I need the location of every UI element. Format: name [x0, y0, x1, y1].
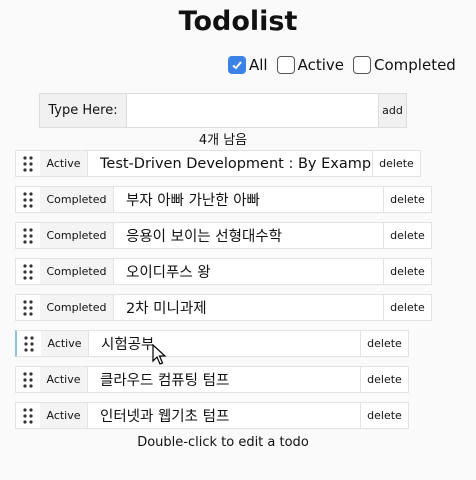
- todo-item[interactable]: Completed 오이디푸스 왕 delete: [15, 258, 432, 285]
- input-label: Type Here:: [40, 94, 127, 127]
- mouse-cursor-icon: [152, 344, 167, 365]
- filter-completed-label: Completed: [374, 56, 456, 74]
- edit-hint: Double-click to edit a todo: [137, 435, 309, 450]
- checkbox-completed[interactable]: [353, 56, 372, 74]
- drag-handle-icon[interactable]: [17, 335, 41, 352]
- add-button[interactable]: add: [378, 94, 406, 127]
- filter-all-label: All: [249, 56, 268, 74]
- status-toggle[interactable]: Active: [41, 331, 89, 356]
- todo-item[interactable]: Completed 응용이 보이는 선형대수학 delete: [15, 222, 432, 249]
- drag-handle-icon[interactable]: [16, 407, 40, 424]
- status-toggle[interactable]: Active: [40, 367, 88, 392]
- drag-handle-icon[interactable]: [16, 191, 40, 208]
- filter-active[interactable]: Active: [276, 56, 345, 74]
- todo-text[interactable]: 인터넷과 웹기초 텀프: [88, 405, 360, 426]
- drag-handle-icon[interactable]: [16, 371, 40, 388]
- delete-button[interactable]: delete: [383, 295, 431, 320]
- filter-all[interactable]: All: [228, 56, 268, 74]
- filter-group: All Active Completed: [228, 56, 465, 74]
- todo-item[interactable]: Completed 부자 아빠 가난한 아빠 delete: [15, 186, 432, 213]
- todo-text[interactable]: 오이디푸스 왕: [114, 261, 383, 282]
- delete-button[interactable]: delete: [360, 403, 408, 428]
- delete-button[interactable]: delete: [383, 259, 431, 284]
- todo-item[interactable]: Active 시험공부 delete: [15, 330, 409, 357]
- delete-button[interactable]: delete: [383, 187, 431, 212]
- status-toggle[interactable]: Completed: [40, 187, 114, 212]
- todo-item[interactable]: Active 인터넷과 웹기초 텀프 delete: [15, 402, 409, 429]
- drag-handle-icon[interactable]: [16, 299, 40, 316]
- new-todo-form: Type Here: add: [39, 93, 407, 128]
- checkbox-active[interactable]: [276, 56, 295, 74]
- todo-item[interactable]: Active 클라우드 컴퓨팅 텀프 delete: [15, 366, 409, 393]
- todo-item[interactable]: Completed 2차 미니과제 delete: [15, 294, 432, 321]
- drag-handle-icon[interactable]: [16, 263, 40, 280]
- checkmark-icon: [232, 61, 242, 70]
- drag-handle-icon[interactable]: [16, 155, 40, 172]
- status-toggle[interactable]: Completed: [40, 259, 114, 284]
- status-toggle[interactable]: Active: [40, 403, 88, 428]
- status-toggle[interactable]: Completed: [40, 223, 114, 248]
- filter-active-label: Active: [297, 56, 345, 74]
- todo-text[interactable]: Test-Driven Development : By Example: [88, 156, 372, 172]
- todo-text[interactable]: 응용이 보이는 선형대수학: [114, 225, 383, 246]
- remaining-count: 4개 남음: [198, 133, 248, 148]
- todo-item[interactable]: Active Test-Driven Development : By Examp…: [15, 150, 421, 177]
- page-title: Todolist: [178, 6, 298, 37]
- new-todo-input[interactable]: [127, 94, 378, 127]
- todo-text[interactable]: 클라우드 컴퓨팅 텀프: [88, 369, 360, 390]
- delete-button[interactable]: delete: [360, 331, 408, 356]
- todo-text[interactable]: 부자 아빠 가난한 아빠: [114, 189, 383, 210]
- checkbox-all[interactable]: [228, 56, 246, 74]
- drag-handle-icon[interactable]: [16, 227, 40, 244]
- delete-button[interactable]: delete: [383, 223, 431, 248]
- filter-completed[interactable]: Completed: [353, 56, 456, 74]
- status-toggle[interactable]: Active: [40, 151, 88, 176]
- status-toggle[interactable]: Completed: [40, 295, 114, 320]
- delete-button[interactable]: delete: [360, 367, 408, 392]
- todo-text[interactable]: 2차 미니과제: [114, 297, 383, 318]
- delete-button[interactable]: delete: [372, 151, 420, 176]
- todo-text[interactable]: 시험공부: [89, 333, 360, 354]
